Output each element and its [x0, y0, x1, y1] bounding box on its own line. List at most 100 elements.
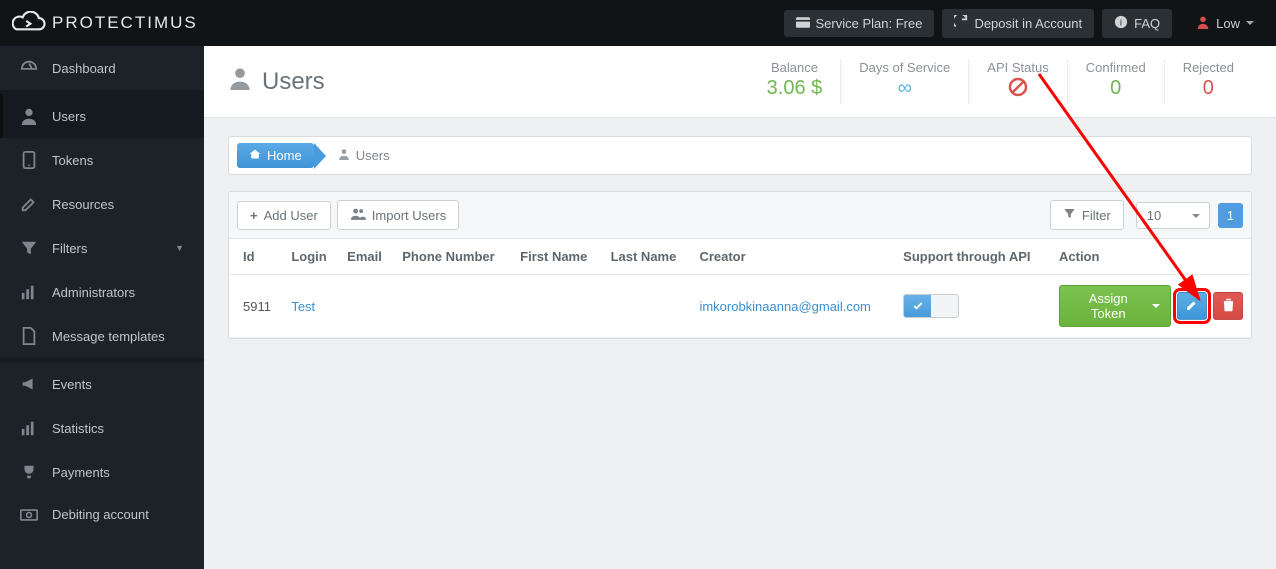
service-plan-button[interactable]: Service Plan: Free — [784, 10, 935, 37]
users-icon — [350, 207, 366, 223]
col-first[interactable]: First Name — [512, 239, 602, 275]
bars-icon — [20, 283, 38, 301]
sidebar-item-administrators[interactable]: Administrators — [0, 270, 204, 314]
sidebar-item-resources[interactable]: Resources — [0, 182, 204, 226]
refresh-icon — [954, 15, 968, 32]
plus-icon: + — [250, 208, 258, 223]
add-user-button[interactable]: + Add User — [237, 201, 331, 230]
money-icon — [20, 508, 38, 522]
col-api[interactable]: Support through API — [895, 239, 1051, 275]
sidebar-item-message-templates[interactable]: Message templates — [0, 314, 204, 358]
main-area: Users Balance 3.06 $ Days of Service ∞ A… — [204, 46, 1276, 569]
sidebar-item-statistics[interactable]: Statistics — [0, 406, 204, 450]
delete-row-button[interactable] — [1213, 292, 1243, 320]
stats-bar: Balance 3.06 $ Days of Service ∞ API Sta… — [749, 60, 1252, 103]
sidebar-item-label: Administrators — [52, 285, 135, 300]
sidebar-item-dashboard[interactable]: Dashboard — [0, 46, 204, 90]
cloud-shield-icon — [12, 11, 46, 35]
filter-label: Filter — [1082, 208, 1111, 223]
service-plan-label: Service Plan: Free — [816, 16, 923, 31]
gauge-icon — [20, 59, 38, 77]
cell-email — [339, 275, 394, 338]
stat-label: Rejected — [1183, 60, 1234, 75]
users-table: Id Login Email Phone Number First Name L… — [229, 239, 1251, 338]
table-row: 5911 Test imkorobkinaanna@gmail.com — [229, 275, 1251, 338]
cell-phone — [394, 275, 512, 338]
col-email[interactable]: Email — [339, 239, 394, 275]
stat-value: 0 — [1183, 77, 1234, 100]
cell-creator-link[interactable]: imkorobkinaanna@gmail.com — [699, 299, 870, 314]
stat-rejected: Rejected 0 — [1164, 60, 1252, 103]
filter-button[interactable]: Filter — [1050, 200, 1124, 230]
stat-value: 0 — [1086, 77, 1146, 100]
stat-label: Days of Service — [859, 60, 950, 75]
edit-row-button[interactable] — [1177, 292, 1207, 320]
cell-login-link[interactable]: Test — [291, 299, 315, 314]
chart-icon — [20, 419, 38, 437]
document-icon — [20, 327, 38, 345]
breadcrumb-current: Users — [338, 148, 390, 163]
api-toggle[interactable] — [903, 294, 959, 318]
stat-api: API Status — [968, 60, 1066, 103]
add-user-label: Add User — [264, 208, 318, 223]
sidebar-item-label: Users — [52, 109, 86, 124]
funnel-icon — [20, 239, 38, 257]
caret-down-icon: ▼ — [175, 243, 184, 253]
brand-text: PROTECTIMUS — [52, 13, 198, 33]
sidebar-item-label: Statistics — [52, 421, 104, 436]
phone-icon — [20, 151, 38, 169]
brand-logo[interactable]: PROTECTIMUS — [12, 11, 198, 35]
info-icon: i — [1114, 15, 1128, 32]
sidebar-item-label: Message templates — [52, 329, 165, 344]
trash-icon — [1222, 298, 1235, 315]
sidebar-item-tokens[interactable]: Tokens — [0, 138, 204, 182]
page-header: Users Balance 3.06 $ Days of Service ∞ A… — [204, 46, 1276, 118]
cell-first — [512, 275, 602, 338]
stat-label: Balance — [767, 60, 823, 75]
trophy-icon — [20, 463, 38, 481]
check-icon — [904, 295, 931, 317]
col-creator[interactable]: Creator — [691, 239, 895, 275]
cell-last — [603, 275, 692, 338]
cell-id: 5911 — [229, 275, 283, 338]
breadcrumb-home[interactable]: Home — [237, 143, 314, 168]
sidebar: Dashboard Users Tokens Resources Filters… — [0, 46, 204, 569]
sidebar-item-label: Debiting account — [52, 507, 149, 522]
user-menu[interactable]: Low — [1186, 9, 1264, 38]
sidebar-item-events[interactable]: Events — [0, 362, 204, 406]
sidebar-item-label: Payments — [52, 465, 110, 480]
sidebar-item-users[interactable]: Users — [0, 94, 204, 138]
col-phone[interactable]: Phone Number — [394, 239, 512, 275]
page-size-select[interactable]: 10 — [1136, 202, 1210, 229]
sidebar-item-filters[interactable]: Filters ▼ — [0, 226, 204, 270]
user-name: Low — [1216, 16, 1240, 31]
sidebar-item-payments[interactable]: Payments — [0, 450, 204, 494]
sidebar-item-label: Filters — [52, 241, 87, 256]
sidebar-item-label: Resources — [52, 197, 114, 212]
col-id[interactable]: Id — [229, 239, 283, 275]
faq-button[interactable]: i FAQ — [1102, 9, 1172, 38]
toolbar: + Add User Import Users Filter 10 — [229, 192, 1251, 239]
import-users-button[interactable]: Import Users — [337, 200, 459, 230]
stat-label: API Status — [987, 60, 1048, 75]
breadcrumb-current-label: Users — [356, 148, 390, 163]
deposit-button[interactable]: Deposit in Account — [942, 9, 1094, 38]
edit-icon — [20, 195, 38, 213]
col-last[interactable]: Last Name — [603, 239, 692, 275]
stat-value: 3.06 $ — [767, 77, 823, 100]
col-action[interactable]: Action — [1051, 239, 1251, 275]
assign-token-button[interactable]: Assign Token — [1059, 285, 1171, 327]
sidebar-item-debiting[interactable]: Debiting account — [0, 494, 204, 535]
stat-confirmed: Confirmed 0 — [1067, 60, 1164, 103]
card-icon — [796, 16, 810, 31]
top-navbar: PROTECTIMUS Service Plan: Free Deposit i… — [0, 0, 1276, 46]
stat-value: ∞ — [859, 77, 950, 100]
stat-balance: Balance 3.06 $ — [749, 60, 841, 103]
page-number[interactable]: 1 — [1218, 203, 1243, 228]
megaphone-icon — [20, 375, 38, 393]
page-size-value: 10 — [1147, 208, 1161, 223]
deposit-label: Deposit in Account — [974, 16, 1082, 31]
assign-token-label: Assign Token — [1070, 291, 1146, 321]
col-login[interactable]: Login — [283, 239, 339, 275]
caret-down-icon — [1152, 304, 1160, 308]
